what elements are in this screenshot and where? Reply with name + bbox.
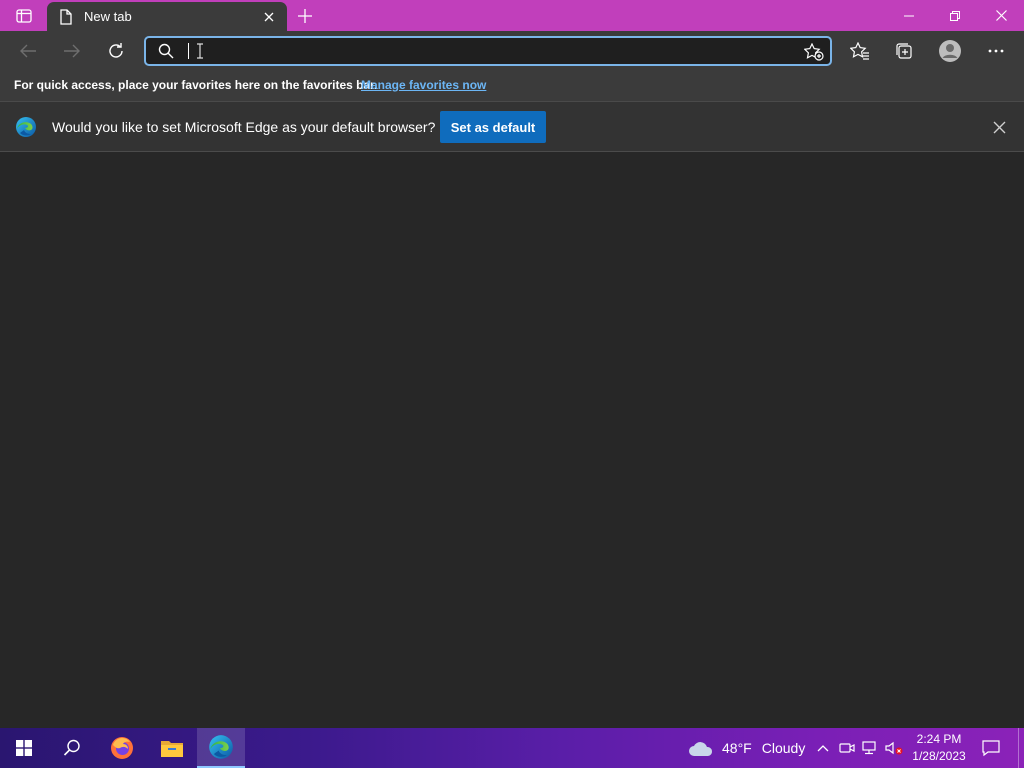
system-clock[interactable]: 2:24 PM 1/28/2023 [910,731,968,765]
favorites-icon [850,42,869,60]
collections-icon [896,43,912,59]
close-icon [993,121,1005,133]
favorites-bar-hint: For quick access, place your favorites h… [14,78,378,92]
taskbar-search-button[interactable] [48,728,96,768]
taskbar-file-explorer[interactable] [148,728,196,768]
notification-icon [982,740,1000,757]
weather-widget[interactable]: 48°F Cloudy [688,728,805,768]
new-tab-button[interactable] [294,5,316,27]
address-input[interactable] [186,41,786,61]
cloud-icon [689,742,713,756]
back-button[interactable] [12,36,44,66]
navigation-toolbar [0,31,1024,71]
address-bar[interactable] [144,36,832,66]
title-bar: New tab [0,0,1024,31]
network-icon [862,741,876,755]
profile-button[interactable] [934,36,966,66]
notification-center-button[interactable] [980,738,1002,758]
settings-menu-button[interactable] [980,36,1012,66]
favorites-bar: For quick access, place your favorites h… [0,71,1024,102]
add-favorite-icon[interactable] [803,42,824,66]
search-icon [63,739,80,756]
clock-date: 1/28/2023 [912,749,966,763]
edge-logo-icon [15,116,37,143]
close-window-button[interactable] [978,0,1024,31]
ibeam-cursor-icon [196,43,204,64]
clock-time: 2:24 PM [916,732,962,746]
collections-button[interactable] [888,36,920,66]
show-hidden-icons-button[interactable] [814,739,832,757]
chevron-up-icon [817,745,829,752]
infobar-message: Would you like to set Microsoft Edge as … [52,119,436,135]
restore-icon [950,10,960,21]
camera-icon [839,743,855,753]
page-icon [59,9,73,30]
set-as-default-button[interactable]: Set as default [440,111,546,143]
tray-volume[interactable] [885,739,903,757]
taskbar-edge[interactable] [197,728,245,768]
refresh-button[interactable] [100,36,132,66]
weather-temperature: 48°F [722,740,752,756]
volume-muted-icon [885,741,903,755]
plus-icon [298,9,312,23]
arrow-right-icon [64,44,80,58]
windows-logo-icon [16,740,32,756]
minimize-icon [904,15,914,16]
tab-title: New tab [84,9,132,24]
more-dots-icon [988,49,1004,53]
default-browser-infobar: Would you like to set Microsoft Edge as … [0,102,1024,152]
tab-actions-icon [16,9,32,23]
text-caret [188,43,189,59]
tab-actions-button[interactable] [8,6,40,26]
restore-button[interactable] [932,0,978,31]
tab-close-button[interactable] [261,9,277,25]
tray-network[interactable] [861,739,879,757]
refresh-icon [109,43,123,58]
tab-new-tab[interactable]: New tab [47,2,287,31]
start-button[interactable] [0,728,48,768]
infobar-close-button[interactable] [990,118,1008,136]
taskbar-firefox[interactable] [98,728,146,768]
taskbar: 48°F Cloudy 2:24 PM 1/28/2023 [0,728,1024,768]
show-desktop-button[interactable] [1018,728,1019,768]
close-icon [264,12,274,22]
page-content [0,152,1024,728]
favorites-button[interactable] [844,36,876,66]
forward-button[interactable] [56,36,88,66]
arrow-left-icon [20,44,36,58]
close-icon [995,10,1007,21]
tray-meet-now[interactable] [838,739,856,757]
search-icon [158,43,174,64]
edge-icon [209,735,233,759]
minimize-button[interactable] [886,0,932,31]
avatar-icon [939,40,961,62]
manage-favorites-link[interactable]: Manage favorites now [361,78,486,92]
firefox-icon [111,737,133,759]
weather-condition: Cloudy [761,740,806,756]
folder-icon [161,741,183,757]
